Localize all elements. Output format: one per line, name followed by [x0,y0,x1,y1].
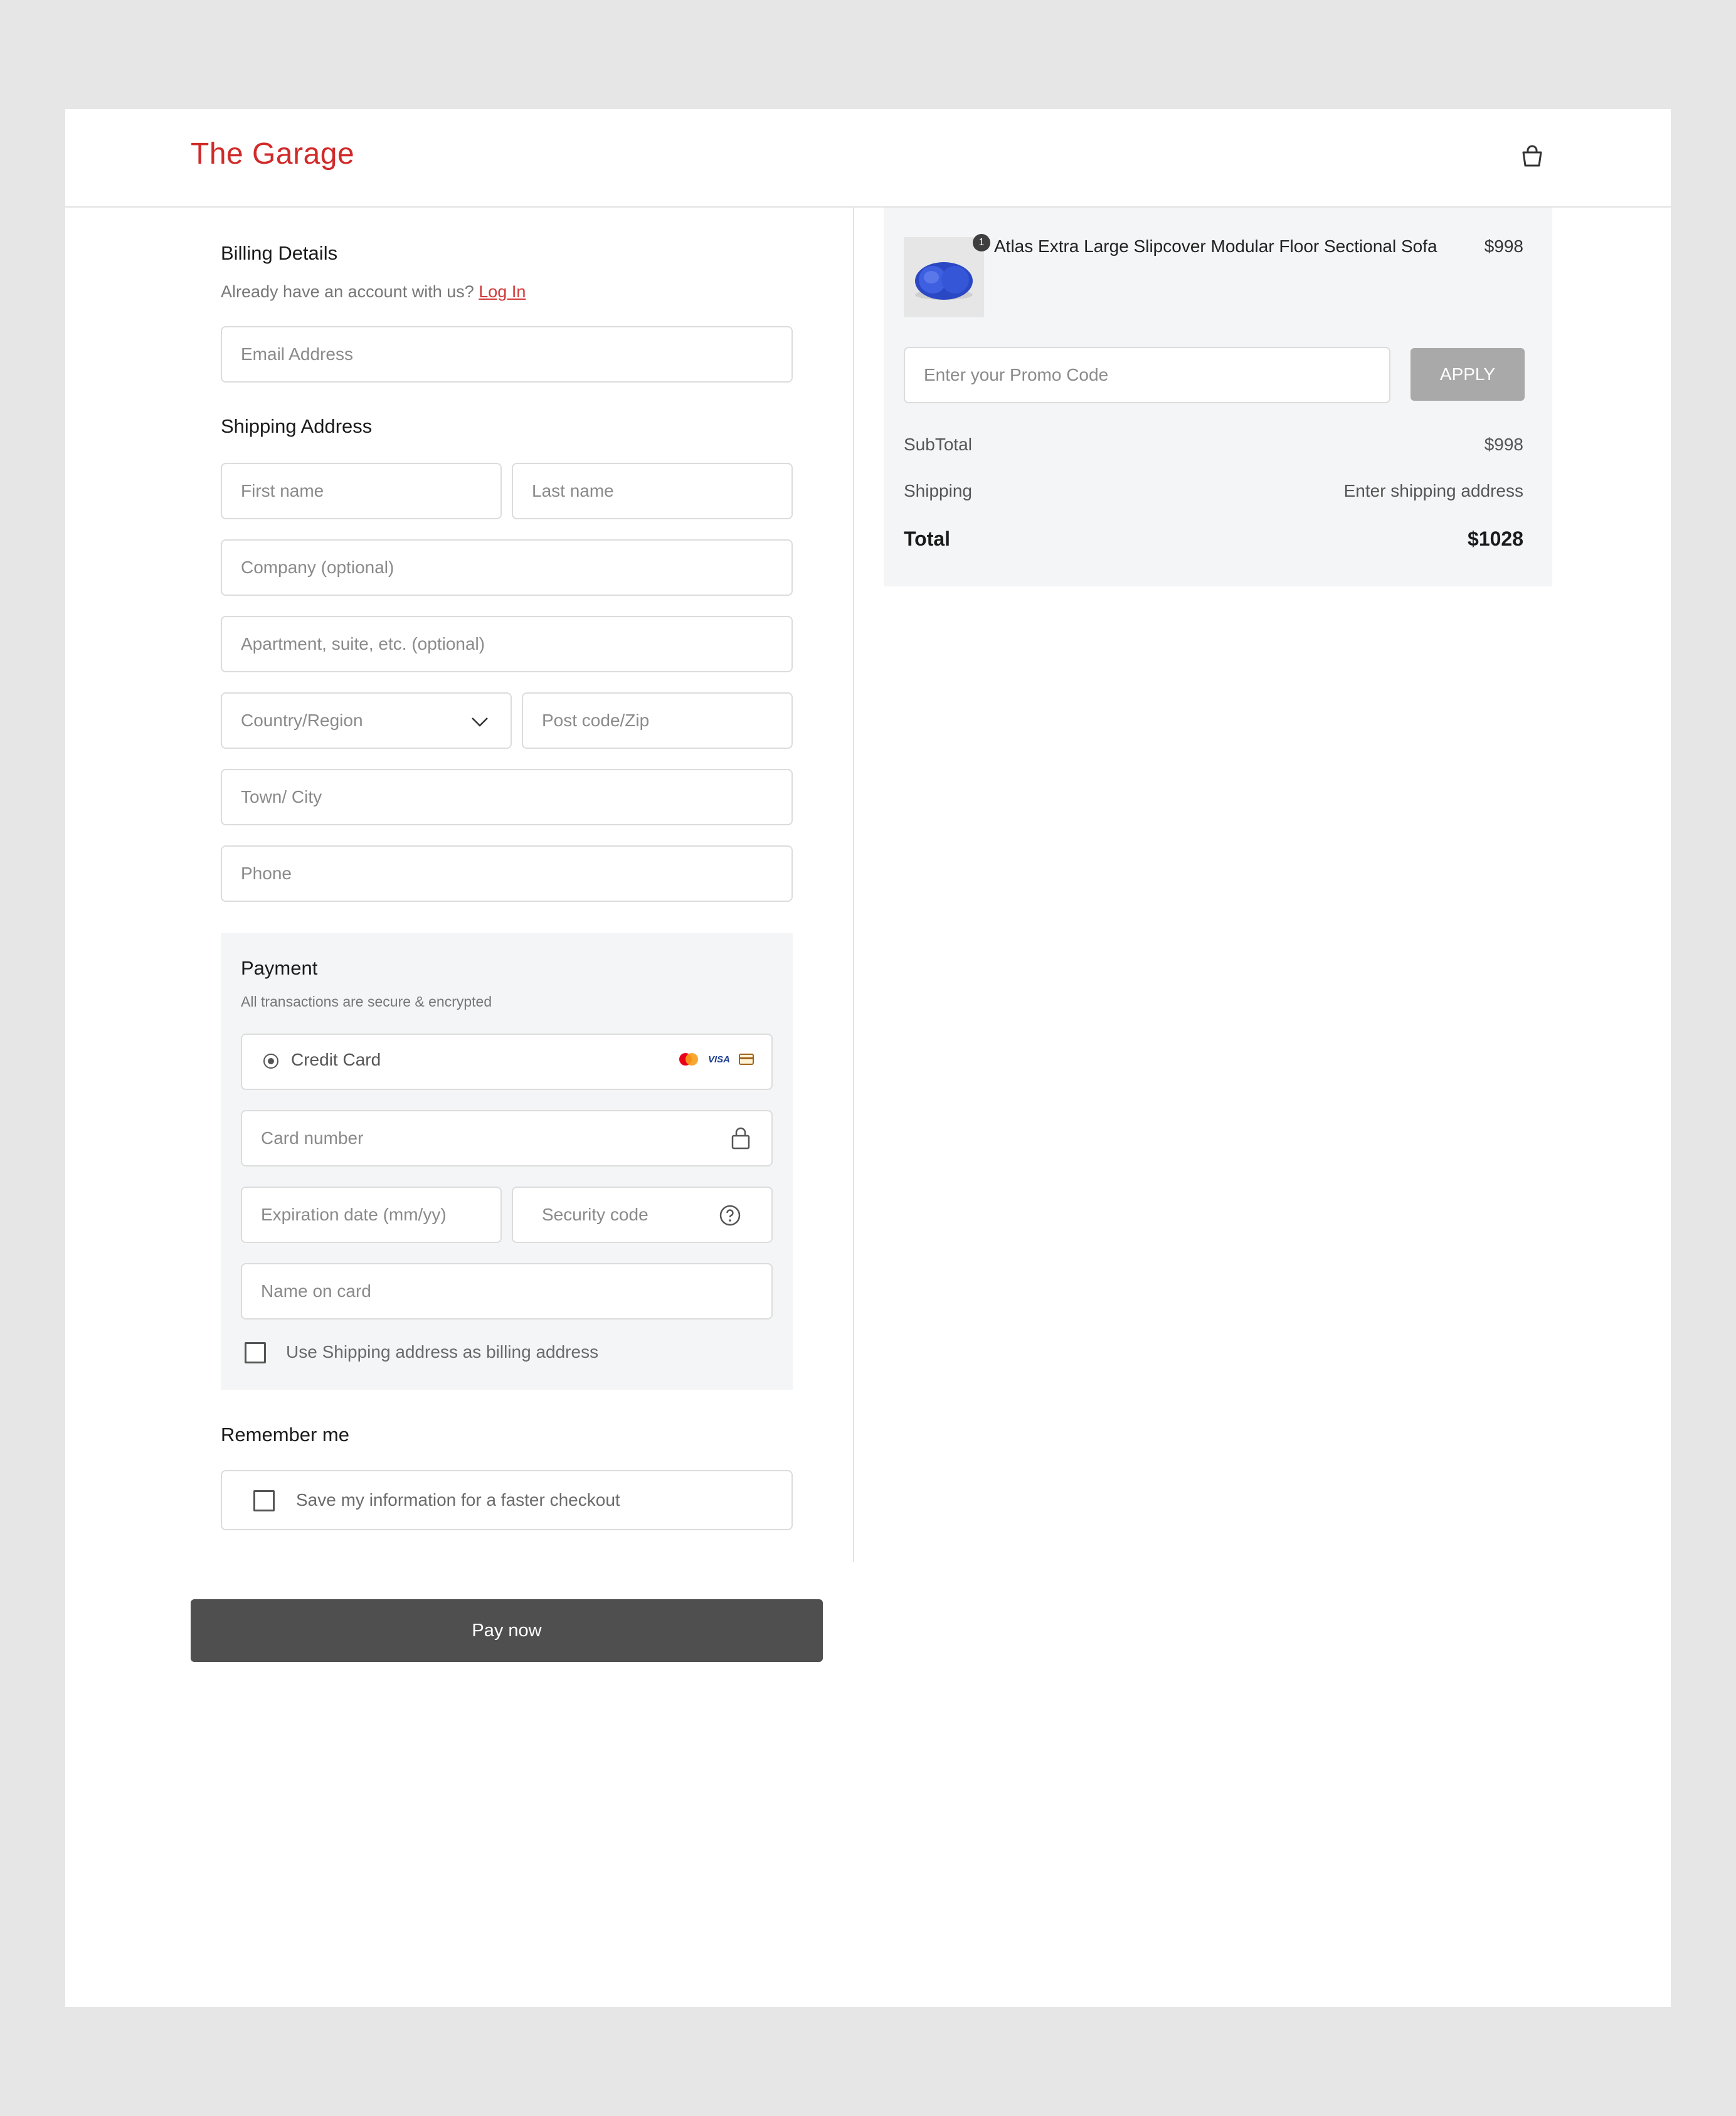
promo-code-input[interactable] [905,348,1389,402]
order-summary: 1 Atlas Extra Large Slipcover Modular Fl… [884,208,1552,586]
shipping-label: Shipping [904,481,972,500]
card-number-input[interactable] [242,1111,771,1165]
shipping-title: Shipping Address [221,415,373,437]
name-on-card-field[interactable] [241,1263,773,1320]
product-price: $998 [1484,236,1523,256]
credit-card-radio[interactable] [263,1054,278,1069]
last-name-input[interactable] [513,464,791,518]
radio-selected-dot [268,1058,274,1064]
subtotal-label: SubTotal [904,435,972,454]
apartment-input[interactable] [222,617,791,671]
product-name: Atlas Extra Large Slipcover Modular Floo… [994,236,1437,256]
shopping-bag-icon[interactable] [1519,143,1545,169]
apply-button[interactable]: APPLY [1410,348,1525,401]
payment-subtitle: All transactions are secure & encrypted [241,993,492,1010]
country-select[interactable] [221,692,512,749]
company-input[interactable] [222,541,791,595]
phone-field[interactable] [221,845,793,902]
billing-title: Billing Details [221,242,338,264]
payment-title: Payment [241,957,318,979]
remember-title: Remember me [221,1424,349,1446]
postcode-input[interactable] [523,694,791,748]
city-input[interactable] [222,770,791,824]
payment-section: Payment All transactions are secure & en… [221,933,793,1390]
login-link[interactable]: Log In [479,282,526,301]
expiration-input[interactable] [242,1188,500,1242]
phone-input[interactable] [222,847,791,901]
product-thumbnail [904,237,984,317]
chevron-down-icon [472,717,488,727]
save-info-label: Save my information for a faster checkou… [296,1490,620,1510]
apartment-field[interactable] [221,616,793,672]
generic-card-icon [739,1054,754,1065]
city-field[interactable] [221,769,793,825]
security-code-field[interactable] [512,1187,773,1243]
account-prompt-text: Already have an account with us? [221,282,474,301]
site-header: The Garage [65,109,1671,208]
mastercard-icon [679,1053,698,1066]
name-on-card-input[interactable] [242,1264,771,1318]
first-name-field[interactable] [221,463,502,519]
help-icon[interactable] [719,1204,741,1227]
billing-same-checkbox[interactable] [245,1342,266,1363]
shipping-value: Enter shipping address [1343,481,1523,500]
pay-now-button[interactable]: Pay now [191,1599,823,1662]
sofa-image [904,237,984,317]
checkout-page: The Garage Billing Details Already have … [65,109,1671,2007]
country-input[interactable] [222,694,511,748]
brand-logo[interactable]: The Garage [191,137,354,171]
card-brands: VISA [678,1052,754,1066]
email-field[interactable] [221,326,793,383]
quantity-badge: 1 [973,234,990,251]
save-info-checkbox[interactable] [253,1490,275,1511]
lock-icon [731,1127,750,1150]
credit-card-option[interactable]: Credit Card VISA [241,1034,773,1090]
first-name-input[interactable] [222,464,500,518]
remember-box: Save my information for a faster checkou… [221,1470,793,1530]
credit-card-label: Credit Card [291,1050,381,1069]
total-label: Total [904,527,951,550]
card-number-field[interactable] [241,1110,773,1166]
subtotal-value: $998 [1484,435,1523,454]
promo-code-field[interactable] [904,347,1390,403]
email-input[interactable] [222,327,791,381]
column-divider [853,208,854,1562]
last-name-field[interactable] [512,463,793,519]
expiration-field[interactable] [241,1187,502,1243]
postcode-field[interactable] [522,692,793,749]
company-field[interactable] [221,539,793,596]
account-prompt: Already have an account with us? Log In [221,282,526,302]
visa-icon: VISA [707,1054,730,1065]
total-value: $1028 [1468,527,1523,550]
billing-same-label: Use Shipping address as billing address [286,1342,599,1362]
